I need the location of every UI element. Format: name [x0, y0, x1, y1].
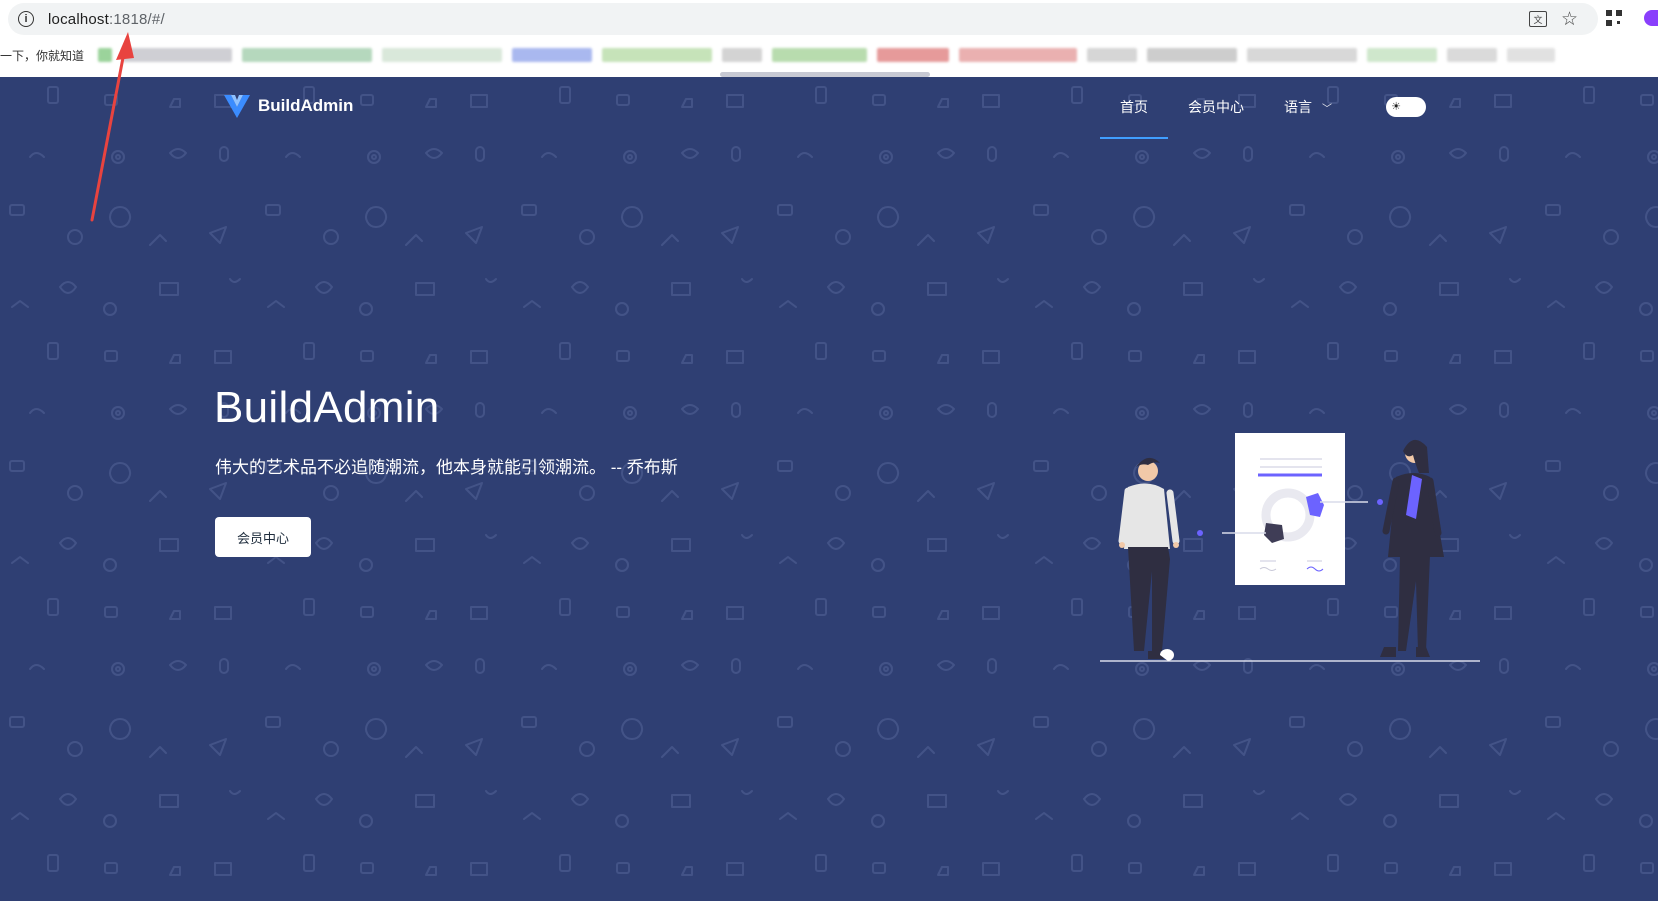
member-center-button[interactable]: 会员中心: [215, 517, 311, 557]
site-logo[interactable]: BuildAdmin: [222, 91, 353, 121]
top-navigation: BuildAdmin 首页 会员中心 语言 ﹀ ☀: [0, 77, 1658, 139]
nav-item-language[interactable]: 语言 ﹀: [1264, 77, 1352, 137]
nav-item-label: 会员中心: [1188, 99, 1244, 115]
dark-mode-toggle[interactable]: ☀: [1386, 97, 1426, 117]
url-text[interactable]: localhost:1818/#/: [48, 11, 165, 28]
chevron-down-icon: ﹀: [1322, 103, 1332, 115]
qr-code-icon[interactable]: [1606, 10, 1622, 26]
blurred-bookmarks: [98, 48, 1556, 62]
nav-item-label: 首页: [1120, 99, 1148, 115]
buildadmin-logo-icon: [224, 95, 250, 118]
hero-quote: 伟大的艺术品不必追随潮流，他本身就能引领潮流。 -- 乔布斯: [215, 458, 678, 477]
bookmarks-bar: 一下，你就知道: [0, 44, 1658, 66]
nav-item-member-center[interactable]: 会员中心: [1168, 77, 1264, 137]
logo-text: BuildAdmin: [258, 96, 354, 115]
nav-item-home[interactable]: 首页: [1100, 77, 1168, 139]
homepage: BuildAdmin 首页 会员中心 语言 ﹀ ☀ BuildAdmin 伟大的…: [0, 77, 1658, 901]
nav-menu: 首页 会员中心 语言 ﹀ ☀: [1100, 77, 1426, 139]
browser-chrome: i localhost:1818/#/ 文 ☆ 一下，你就知道: [0, 0, 1658, 77]
extension-icon[interactable]: [1644, 10, 1658, 26]
address-bar[interactable]: i localhost:1818/#/ 文 ☆: [8, 3, 1598, 35]
translate-icon[interactable]: 文: [1528, 11, 1547, 27]
sun-icon: ☀: [1389, 100, 1403, 114]
site-info-icon[interactable]: i: [18, 11, 34, 27]
bookmark-star-icon[interactable]: ☆: [1561, 10, 1578, 29]
url-host: localhost: [48, 10, 110, 28]
bookmark-item[interactable]: 一下，你就知道: [0, 47, 84, 64]
url-path: :1818/#/: [109, 10, 165, 28]
nav-item-label: 语言: [1284, 99, 1312, 115]
hero-illustration: [1100, 433, 1480, 662]
hero-title: BuildAdmin: [214, 383, 440, 432]
